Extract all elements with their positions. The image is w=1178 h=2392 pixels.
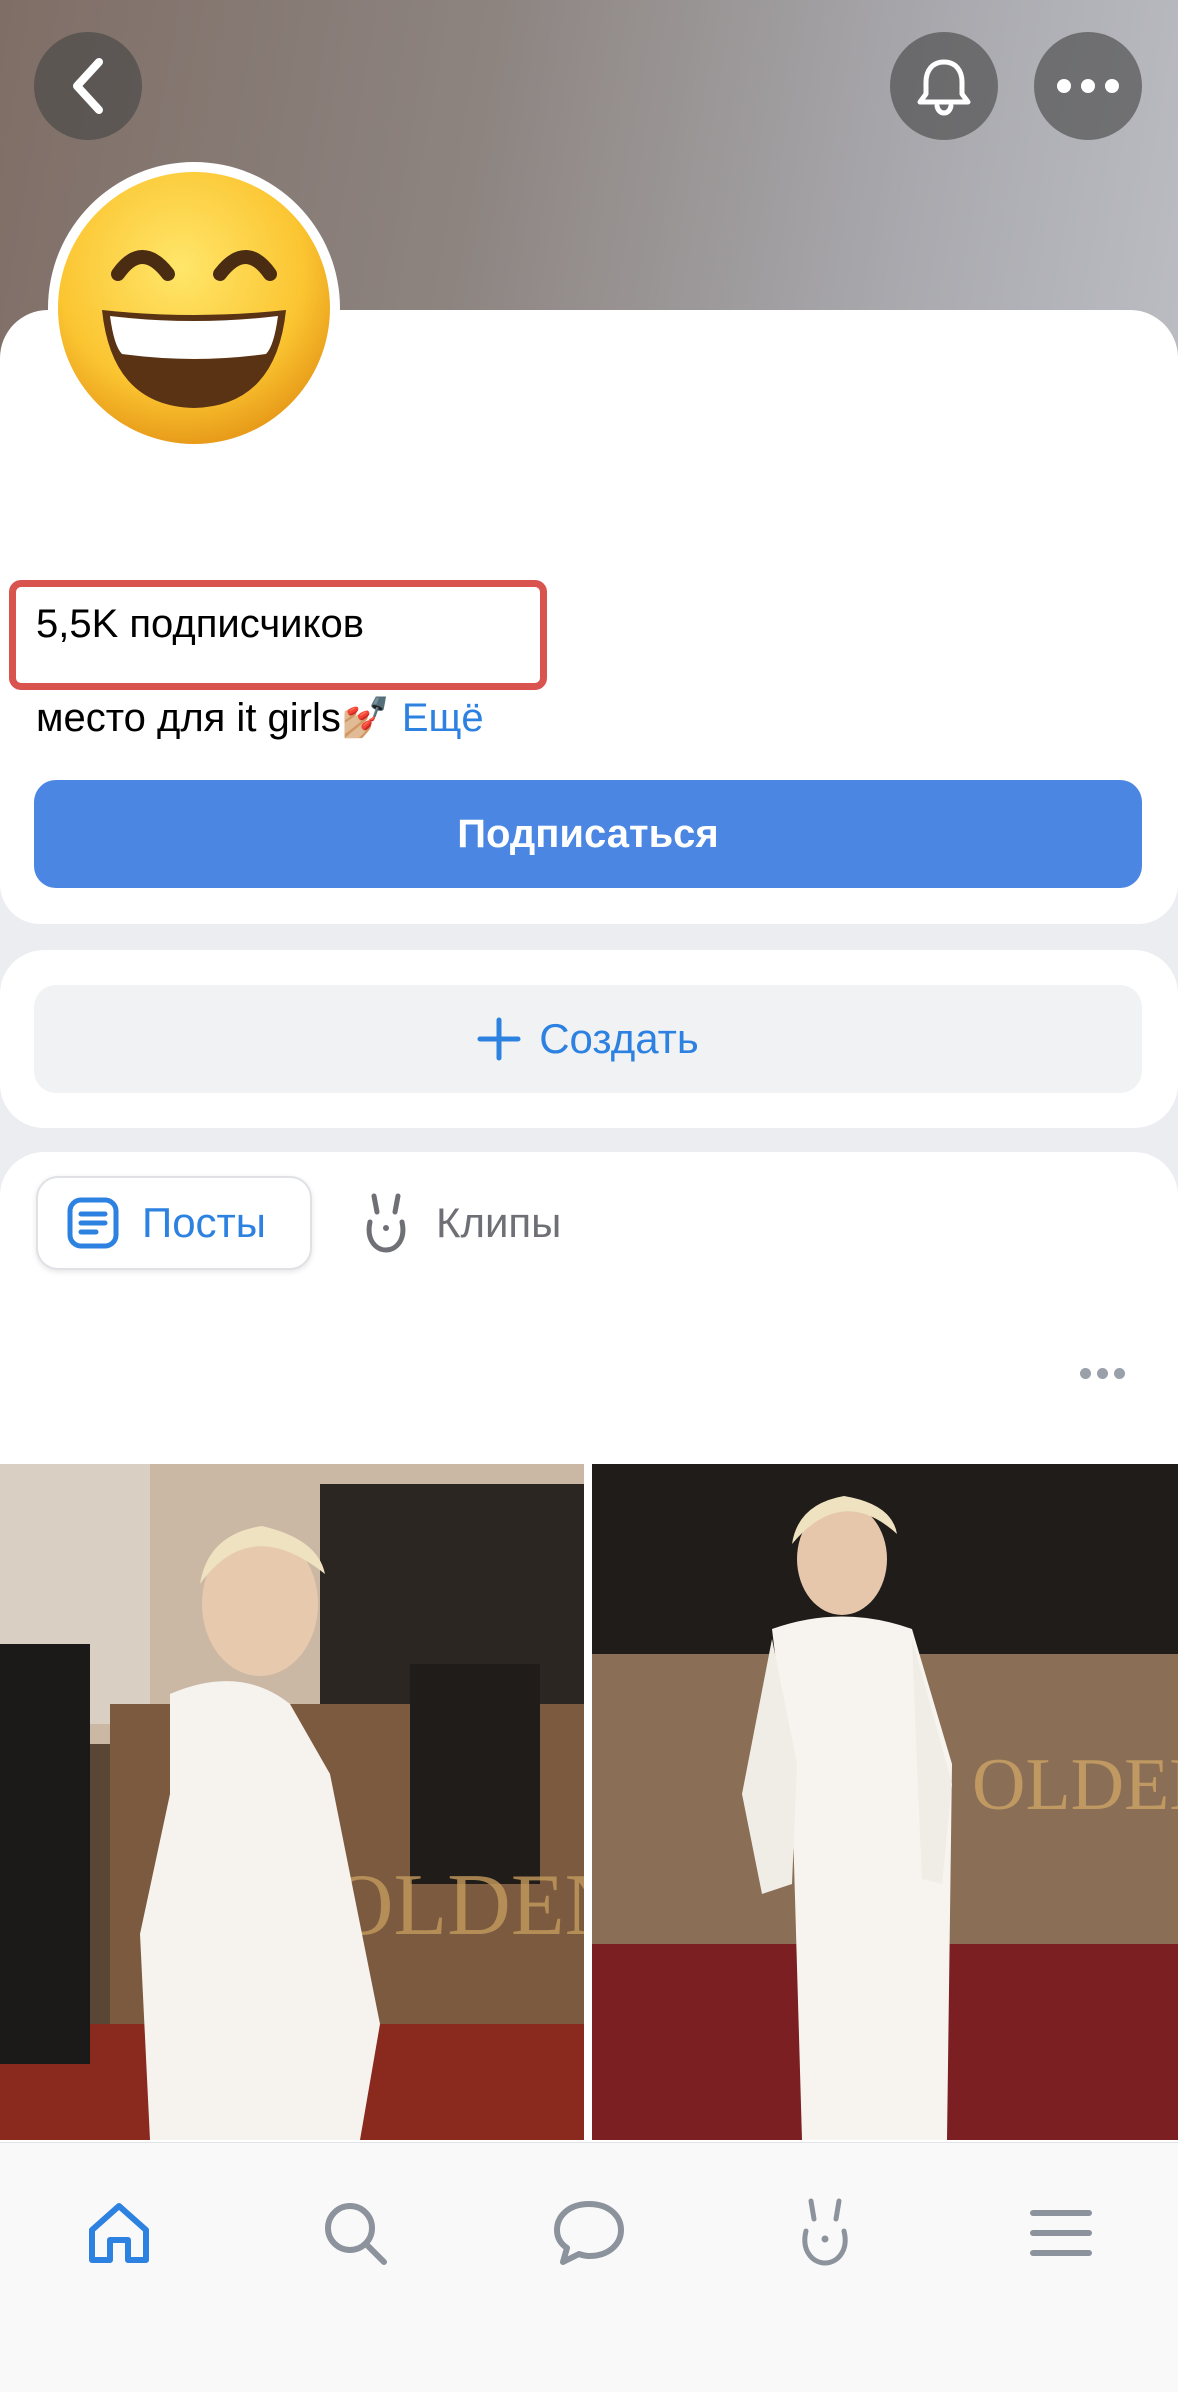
nav-menu[interactable] (1006, 2183, 1116, 2283)
nav-messages[interactable] (534, 2183, 644, 2283)
status-text: место для it girls (36, 696, 341, 740)
tab-posts-label: Посты (142, 1199, 266, 1246)
chevron-left-icon (73, 58, 103, 114)
menu-icon (1030, 2210, 1092, 2256)
annotation-highlight-box (9, 580, 547, 690)
more-link[interactable]: Ещё (402, 696, 484, 740)
back-button[interactable] (34, 32, 142, 140)
subscribe-button[interactable]: Подписаться (34, 780, 1142, 888)
nav-search[interactable] (300, 2183, 410, 2283)
home-icon (89, 2203, 149, 2263)
notifications-button[interactable] (890, 32, 998, 140)
post-photo-1[interactable]: OLDEN (0, 1464, 584, 2140)
tab-clips[interactable]: Клипы (362, 1176, 561, 1270)
nav-home[interactable] (64, 2183, 174, 2283)
posts-icon (67, 1197, 119, 1249)
search-icon (325, 2203, 387, 2265)
clips-icon (802, 2198, 848, 2266)
create-label: Создать (539, 1015, 699, 1062)
grinning-face-avatar (58, 172, 330, 444)
plus-icon (477, 1017, 521, 1061)
profile-status: место для it girls💅🏼 Ещё (36, 694, 484, 741)
avatar[interactable] (48, 162, 340, 454)
svg-text:OLDEN: OLDEN (330, 1857, 584, 1954)
more-dots-icon (1057, 79, 1119, 93)
svg-text:OLDEN: OLDEN (972, 1744, 1178, 1826)
messages-icon (554, 2201, 624, 2265)
post-options-icon[interactable] (1080, 1368, 1125, 1379)
post-photo-2[interactable]: OLDEN (592, 1464, 1178, 2140)
tab-clips-label: Клипы (436, 1199, 562, 1246)
tab-posts[interactable]: Посты (36, 1176, 312, 1270)
more-options-button[interactable] (1034, 32, 1142, 140)
nav-clips[interactable] (770, 2183, 880, 2283)
clips-icon (366, 1193, 406, 1253)
create-button[interactable]: Создать (34, 985, 1142, 1093)
bottom-tab-bar (0, 2142, 1178, 2392)
nail-polish-emoji: 💅🏼 (340, 696, 391, 740)
bell-icon (917, 59, 971, 116)
